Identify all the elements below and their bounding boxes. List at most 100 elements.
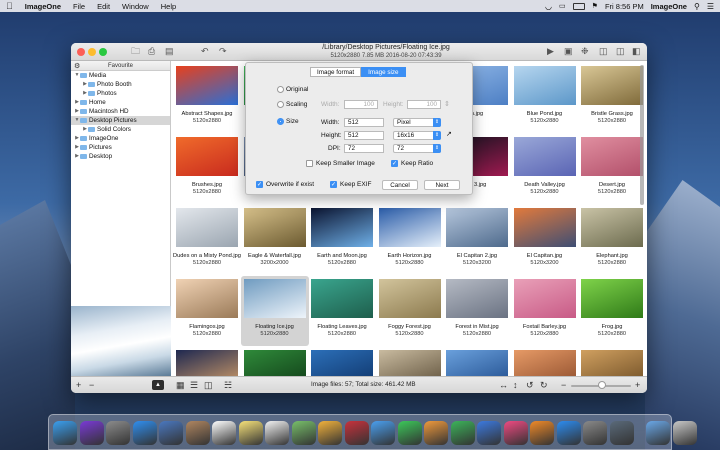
print-icon[interactable]: ⎙ — [148, 47, 155, 56]
image-thumbnail[interactable] — [378, 279, 441, 318]
scale-height-input[interactable]: 100 — [407, 100, 441, 109]
image-thumbnail-cell[interactable]: Flamingos.jpg 5120x2880 — [173, 276, 241, 346]
image-thumbnail-cell[interactable]: Dudes on a Misty Pond.jpg 5120x2880 — [173, 205, 241, 275]
image-thumbnail[interactable] — [176, 350, 238, 376]
menu-file[interactable]: File — [73, 2, 85, 11]
image-thumbnail-cell[interactable]: Eagle & Waterfall.jpg 3200x2000 — [241, 205, 309, 275]
add-folder-icon[interactable]: + — [76, 379, 81, 391]
image-thumbnail-cell[interactable]: Earth Horizon.jpg 5120x2880 — [376, 205, 444, 275]
image-thumbnail-cell[interactable] — [308, 347, 376, 376]
size-height-input[interactable]: 512 — [344, 131, 384, 140]
keep-smaller-checkbox[interactable] — [306, 160, 313, 167]
cancel-button[interactable]: Cancel — [382, 180, 418, 190]
zoom-in-icon[interactable]: + — [635, 379, 640, 391]
image-thumbnail[interactable] — [311, 208, 373, 247]
menubar-user[interactable]: ImageOne — [651, 2, 687, 11]
overwrite-checkbox[interactable]: ✓ — [256, 181, 263, 188]
system-preferences-icon[interactable] — [583, 421, 607, 445]
image-thumbnail-cell[interactable]: Frog.jpg 5120x2880 — [578, 276, 646, 346]
unit-select[interactable]: Pixel ⇕ — [393, 118, 441, 127]
image-thumbnail[interactable] — [446, 279, 508, 318]
app-store-icon[interactable] — [556, 421, 581, 445]
sidebar-item-desktop-pictures[interactable]: ▼ Desktop Pictures — [71, 116, 170, 125]
grid-view-icon[interactable]: ▦ — [176, 379, 185, 391]
minimize-button[interactable] — [88, 48, 96, 56]
image-thumbnail[interactable] — [176, 208, 238, 247]
fit-height-icon[interactable]: ↕ — [513, 379, 518, 391]
sidebar-item-imageone[interactable]: ▶ ImageOne — [71, 134, 170, 143]
maps-icon[interactable] — [291, 421, 316, 445]
image-thumbnail-cell[interactable] — [241, 347, 309, 376]
scanner-icon[interactable]: ▤ — [165, 47, 174, 56]
preset-select[interactable]: 16x16 ⇕ — [393, 131, 441, 140]
itunes-icon[interactable] — [503, 421, 528, 445]
notification-center-icon[interactable]: ☰ — [707, 2, 714, 11]
zoom-slider-knob[interactable] — [598, 381, 606, 389]
sidebar-item-pictures[interactable]: ▶ Pictures — [71, 143, 170, 152]
image-thumbnail[interactable] — [378, 350, 441, 376]
menu-window[interactable]: Window — [122, 2, 149, 11]
photobooth-icon[interactable] — [344, 421, 369, 445]
image-thumbnail[interactable] — [581, 137, 643, 176]
tab-image-size[interactable]: Image size — [361, 67, 406, 77]
image-thumbnail[interactable] — [513, 279, 576, 318]
pages-icon[interactable] — [424, 421, 448, 445]
grid-scrollbar[interactable] — [640, 65, 644, 205]
menu-app-name[interactable]: ImageOne — [25, 2, 61, 11]
radio-scaling[interactable] — [277, 101, 284, 108]
dpi-select[interactable]: 72 ⇕ — [393, 144, 441, 153]
fit-width-icon[interactable]: ↔ — [499, 379, 508, 391]
trash-icon[interactable] — [672, 421, 697, 445]
rotate-cw-icon[interactable]: ↻ — [540, 379, 548, 391]
image-thumbnail-cell[interactable] — [511, 347, 579, 376]
sidebar-item-media[interactable]: ▼ Media — [71, 71, 170, 80]
language-flag-icon[interactable]: ⚑ — [592, 2, 598, 10]
image-thumbnail-cell[interactable]: El Capitan.jpg 5120x3200 — [511, 205, 579, 275]
image-thumbnail[interactable] — [378, 208, 441, 247]
image-thumbnail[interactable] — [243, 208, 306, 247]
image-thumbnail-cell[interactable] — [578, 347, 646, 376]
image-thumbnail[interactable] — [446, 208, 508, 247]
sidebar-item-photos[interactable]: ▶ Photos — [71, 89, 170, 98]
rotate-left-icon[interactable]: ↶ — [201, 47, 209, 56]
sidebar-item-photo-booth[interactable]: ▶ Photo Booth — [71, 80, 170, 89]
image-thumbnail-cell[interactable] — [443, 347, 511, 376]
image-thumbnail-cell[interactable]: Earth and Moon.jpg 5120x2880 — [308, 205, 376, 275]
sidebar-item-home[interactable]: ▶ Home — [71, 98, 170, 107]
sidebar-toggle-icon[interactable]: ◧ — [632, 47, 641, 56]
radio-size[interactable] — [277, 118, 284, 125]
color-wheel-icon[interactable]: ❉ — [581, 47, 589, 56]
cover-flow-icon[interactable]: ◫ — [204, 379, 213, 391]
spotlight-search-icon[interactable]: ⚲ — [694, 2, 700, 11]
slideshow-play-icon[interactable]: ▶ — [547, 47, 554, 56]
airplay-icon[interactable]: ▭ — [559, 2, 566, 10]
image-thumbnail[interactable] — [176, 66, 238, 105]
scale-width-input[interactable]: 100 — [344, 100, 378, 109]
image-thumbnail-cell[interactable]: Foxtail Barley.jpg 5120x2880 — [511, 276, 579, 346]
zoom-out-icon[interactable]: − — [561, 379, 566, 391]
sidebar-item-macintosh-hd[interactable]: ▶ Macintosh HD — [71, 107, 170, 116]
downloads-folder-icon[interactable] — [646, 421, 670, 445]
list-view-icon[interactable]: ☰ — [190, 379, 198, 391]
image-thumbnail-cell[interactable]: Death Valley.jpg 5120x2880 — [511, 134, 579, 204]
image-thumbnail[interactable] — [176, 279, 238, 318]
notes-icon[interactable] — [238, 421, 263, 445]
close-button[interactable] — [77, 48, 85, 56]
image-thumbnail-cell[interactable]: Abstract Shapes.jpg 5120x2880 — [173, 63, 241, 133]
sidebar-settings-icon[interactable]: ⚙ — [74, 62, 80, 72]
ibooks-icon[interactable] — [530, 421, 554, 445]
launchpad-icon[interactable] — [106, 421, 130, 445]
split-view-icon[interactable]: ◫ — [616, 47, 625, 56]
new-folder-icon[interactable]: 🗀 — [131, 47, 140, 56]
radio-original[interactable] — [277, 86, 284, 93]
remove-folder-icon[interactable]: − — [89, 379, 94, 391]
zoom-button[interactable] — [99, 48, 107, 56]
wifi-icon[interactable]: ◡ — [545, 2, 552, 11]
menubar-clock[interactable]: Fri 8:56 PM — [605, 2, 644, 11]
image-thumbnail-cell[interactable]: El Capitan 2.jpg 5120x3200 — [443, 205, 511, 275]
sidebar-item-desktop[interactable]: ▶ Desktop — [71, 152, 170, 161]
calendar-icon[interactable] — [212, 421, 236, 445]
eject-button[interactable]: ▲ — [152, 380, 164, 390]
image-thumbnail-cell[interactable]: Floating Leaves.jpg 5120x2880 — [308, 276, 376, 346]
image-thumbnail-cell[interactable]: Bristle Grass.jpg 5120x2880 — [578, 63, 646, 133]
